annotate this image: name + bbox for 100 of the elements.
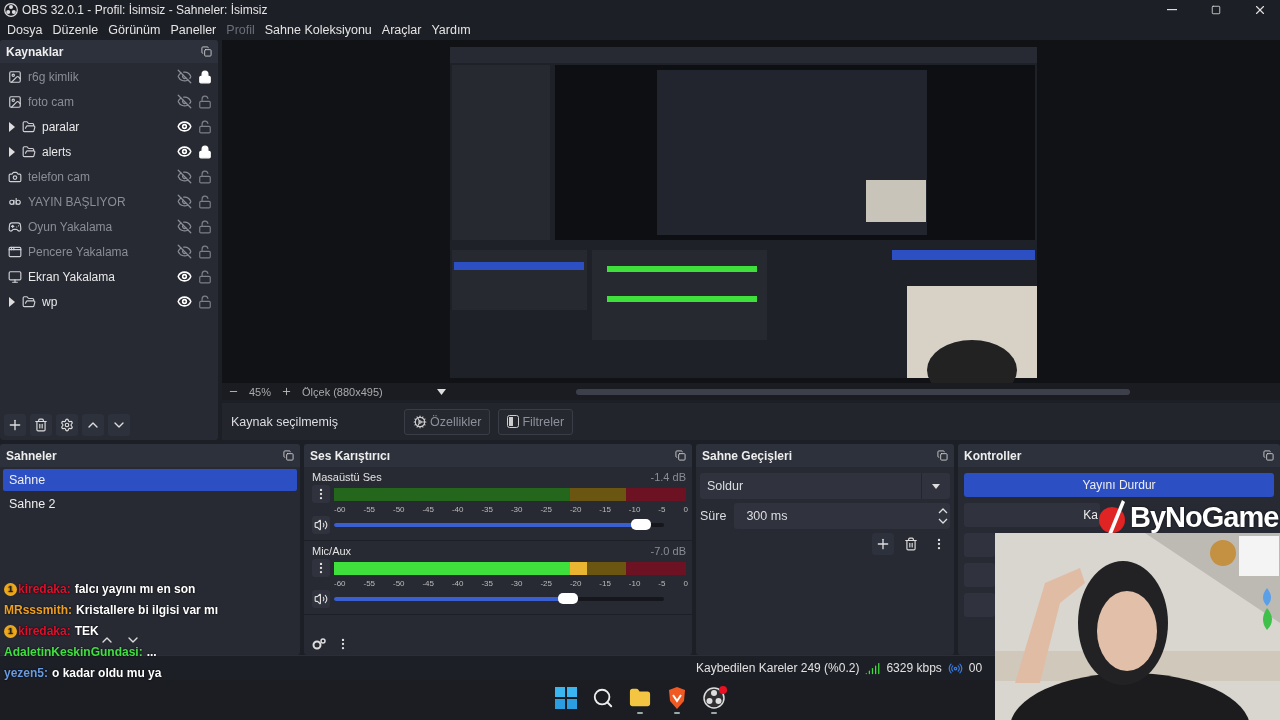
lion-shield-icon[interactable] bbox=[667, 686, 687, 709]
add-button[interactable] bbox=[4, 413, 26, 436]
scene-item[interactable]: Sahne bbox=[3, 469, 297, 491]
windows-start-icon[interactable] bbox=[555, 686, 577, 709]
undock-icon[interactable] bbox=[201, 46, 212, 57]
unlock-icon[interactable] bbox=[198, 169, 212, 184]
zoom-in-icon[interactable] bbox=[281, 386, 293, 397]
lock-icon[interactable] bbox=[198, 144, 212, 159]
more-button[interactable] bbox=[312, 485, 330, 503]
scale-dropdown[interactable]: Ölçek (880x495) bbox=[302, 385, 428, 398]
window-source-icon bbox=[8, 244, 22, 259]
menu-item[interactable]: Görünüm bbox=[103, 23, 166, 37]
volume-button[interactable] bbox=[312, 590, 330, 608]
hidden-icon[interactable] bbox=[177, 219, 192, 234]
source-item[interactable]: Oyun Yakalama bbox=[0, 214, 218, 239]
unlock-icon[interactable] bbox=[198, 219, 212, 234]
unlock-icon[interactable] bbox=[198, 269, 212, 284]
hidden-icon[interactable] bbox=[177, 194, 192, 209]
logo-text: ByNoGame bbox=[1130, 500, 1279, 534]
expand-arrow-icon[interactable] bbox=[8, 146, 16, 157]
source-item[interactable]: wp bbox=[0, 289, 218, 314]
gears-icon[interactable] bbox=[312, 638, 326, 650]
dropdown-caret-icon bbox=[932, 483, 940, 489]
add-button[interactable] bbox=[872, 533, 894, 555]
scale-label: -50 bbox=[392, 505, 405, 514]
close-icon bbox=[1253, 3, 1267, 17]
panel-title: Kaynaklar bbox=[6, 44, 64, 59]
visibility-icon[interactable] bbox=[177, 294, 192, 309]
hidden-icon[interactable] bbox=[177, 244, 192, 259]
undock-icon[interactable] bbox=[1263, 450, 1274, 461]
settings-button[interactable] bbox=[56, 413, 78, 436]
menu-item[interactable]: Paneller bbox=[165, 23, 222, 37]
source-item[interactable]: r6g kimlik bbox=[0, 64, 218, 89]
source-item[interactable]: foto cam bbox=[0, 89, 218, 114]
maximize-icon bbox=[1211, 5, 1221, 15]
chat-username: yezen5: bbox=[4, 666, 49, 680]
undock-icon[interactable] bbox=[283, 450, 294, 461]
unlock-icon[interactable] bbox=[198, 194, 212, 209]
transition-select[interactable]: Soldur bbox=[700, 473, 950, 499]
filter-icon bbox=[507, 415, 520, 428]
menu-item[interactable]: Araçlar bbox=[376, 23, 427, 37]
unlock-icon[interactable] bbox=[198, 94, 212, 109]
speaker-icon bbox=[314, 592, 328, 606]
source-item[interactable]: telefon cam bbox=[0, 164, 218, 189]
more-button[interactable] bbox=[312, 559, 330, 577]
lock-icon[interactable] bbox=[198, 69, 212, 84]
menu-item[interactable]: Yardım bbox=[426, 23, 476, 37]
duration-field[interactable]: 300 ms bbox=[734, 503, 950, 529]
menu-item[interactable]: Dosya bbox=[2, 23, 48, 37]
unlock-icon[interactable] bbox=[198, 294, 212, 309]
obs-icon[interactable] bbox=[703, 686, 725, 709]
visibility-icon[interactable] bbox=[177, 119, 192, 134]
undock-icon[interactable] bbox=[937, 450, 948, 461]
folder-icon[interactable] bbox=[629, 686, 651, 709]
channel-name: Masaüstü Ses bbox=[312, 471, 382, 483]
visibility-icon[interactable] bbox=[177, 144, 192, 159]
expand-arrow-icon[interactable] bbox=[8, 121, 16, 132]
expand-arrow-icon[interactable] bbox=[8, 296, 16, 307]
source-item[interactable]: YAYIN BAŞLIYOR bbox=[0, 189, 218, 214]
scale-label: -25 bbox=[540, 505, 552, 514]
scale-label: -20 bbox=[569, 579, 582, 588]
control-button[interactable]: Yayını Durdur bbox=[964, 473, 1274, 497]
source-item[interactable]: Pencere Yakalama bbox=[0, 239, 218, 264]
scrollbar[interactable] bbox=[576, 388, 1130, 395]
unlock-icon[interactable] bbox=[198, 244, 212, 259]
stream-time: 00 bbox=[968, 661, 983, 675]
group-source-icon bbox=[22, 294, 36, 309]
move-down-button[interactable] bbox=[108, 413, 130, 436]
dropdown-caret-icon[interactable] bbox=[437, 388, 447, 395]
scale-label: -30 bbox=[510, 579, 523, 588]
menu-item[interactable]: Sahne Koleksiyonu bbox=[259, 23, 377, 37]
source-item[interactable]: paralar bbox=[0, 114, 218, 139]
menu-item[interactable]: Düzenle bbox=[47, 23, 104, 37]
delete-button[interactable] bbox=[30, 413, 52, 436]
slider-thumb[interactable] bbox=[630, 519, 651, 530]
scale-label: -50 bbox=[392, 579, 405, 588]
volume-button[interactable] bbox=[312, 516, 330, 534]
slider-thumb[interactable] bbox=[558, 593, 579, 604]
display-source-icon bbox=[8, 269, 22, 284]
unlock-icon[interactable] bbox=[198, 119, 212, 134]
scene-item[interactable]: Sahne 2 bbox=[3, 493, 297, 515]
search-icon[interactable] bbox=[592, 686, 614, 709]
minimize-icon bbox=[1167, 9, 1177, 11]
chat-message: TEK bbox=[74, 624, 99, 638]
camera-source-icon bbox=[8, 169, 22, 184]
source-item[interactable]: Ekran Yakalama bbox=[0, 264, 218, 289]
gear-icon bbox=[413, 414, 427, 429]
control-button[interactable]: Ka bbox=[964, 503, 1100, 527]
hidden-icon[interactable] bbox=[177, 94, 192, 109]
speaker-icon bbox=[314, 518, 328, 532]
undock-icon[interactable] bbox=[675, 450, 686, 461]
visibility-icon[interactable] bbox=[177, 269, 192, 284]
duration-label: Süre bbox=[700, 509, 727, 523]
hidden-icon[interactable] bbox=[177, 69, 192, 84]
panel-title: Ses Karıştırıcı bbox=[310, 448, 391, 463]
chat-username: AdaletinKeskinGundasi: bbox=[4, 645, 143, 659]
source-item[interactable]: alerts bbox=[0, 139, 218, 164]
hidden-icon[interactable] bbox=[177, 169, 192, 184]
dropped-frames: Kaybedilen Kareler 249 (%0.2) bbox=[696, 661, 860, 675]
chat-username: MRsssmith: bbox=[4, 603, 72, 617]
